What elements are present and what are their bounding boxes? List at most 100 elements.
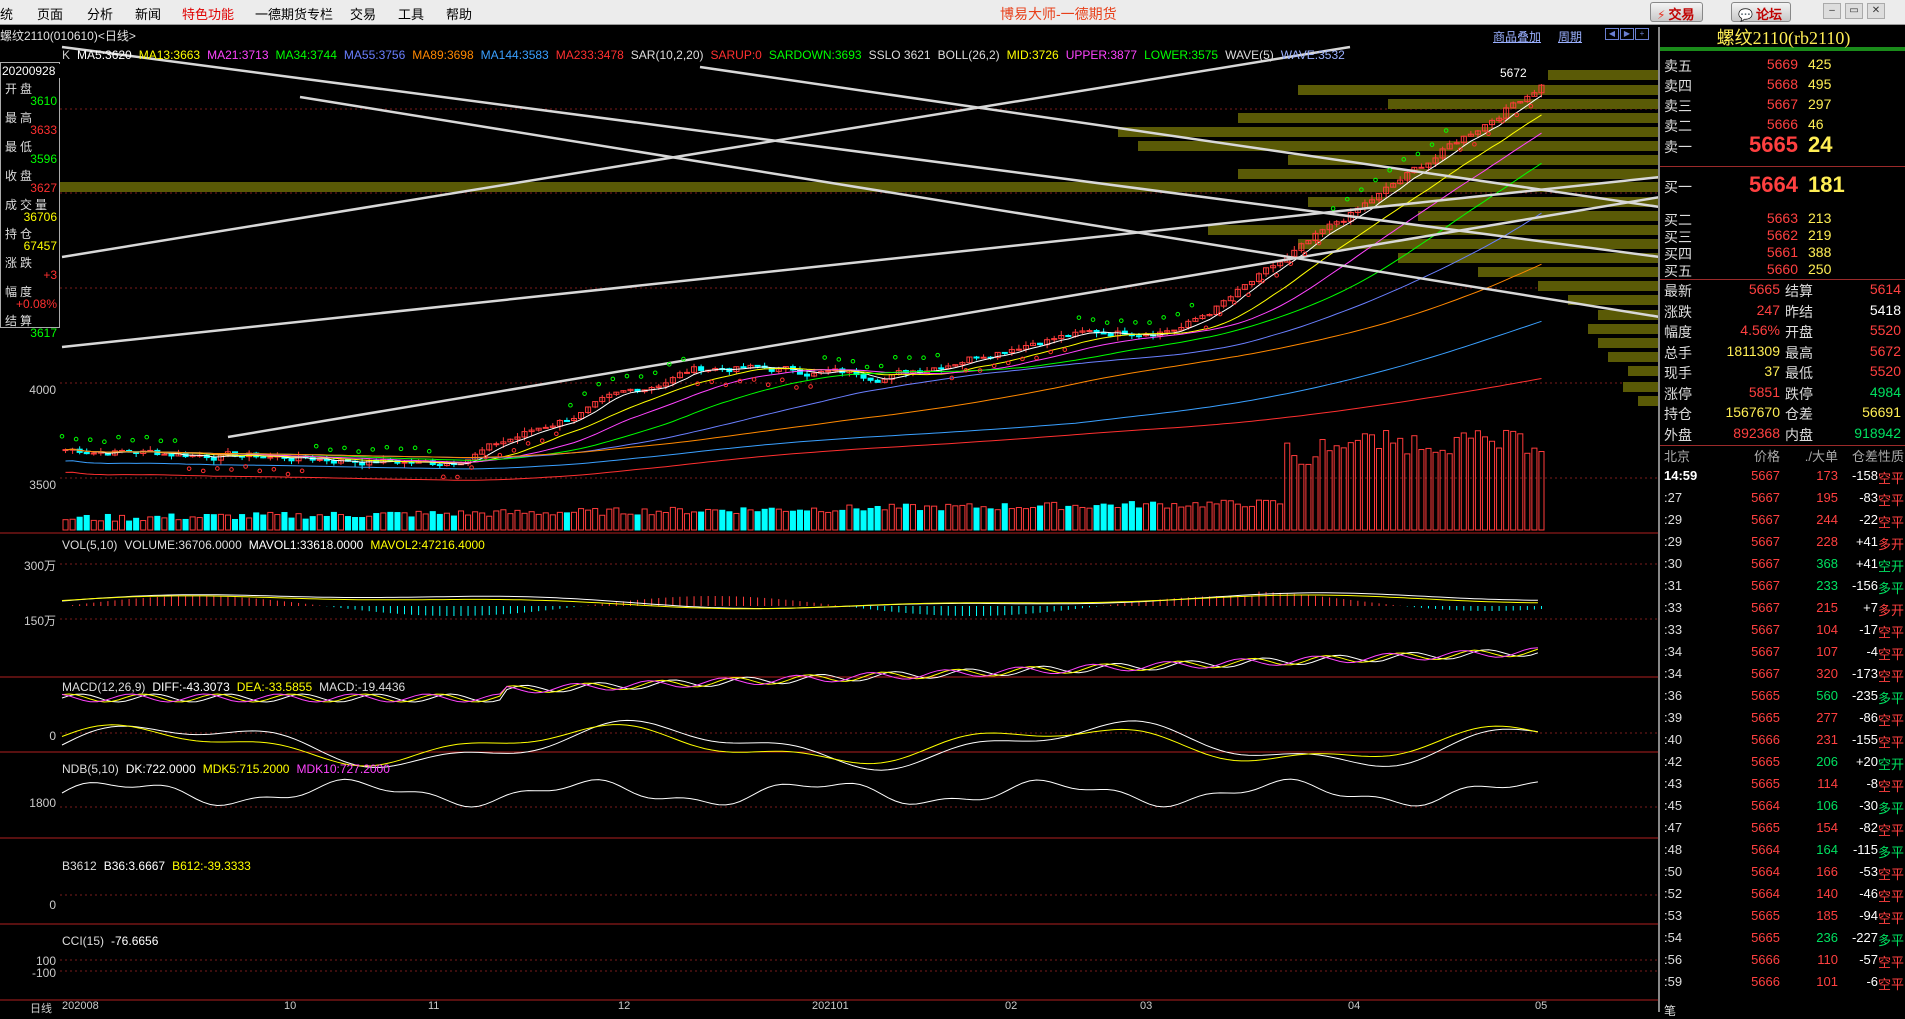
volume-bar [966,503,973,531]
quote-panel: 螺纹2110(rb2110) 卖五 5669 425 卖四 5668 495 卖三 5667 2… [1658,27,1905,1018]
ma-line [65,263,1542,458]
volume-profile-bar [1388,99,1658,109]
restore-icon[interactable]: ▭ [1845,3,1863,19]
tick-row-cell: 14:59 [1664,468,1698,483]
volume-bar [1340,447,1347,531]
volume-bar [1029,506,1037,531]
indicator-value: DEA:-33.5855 [236,680,313,694]
volume-bar [782,510,789,531]
tick-row-cell: :56 [1664,952,1683,967]
tick-row-cell: +7 [1863,600,1878,615]
menu-analysis[interactable]: 分析 [87,4,113,23]
scroll-right-icon[interactable]: ▶ [1620,28,1634,40]
stat-row-cell: 内盘 [1785,426,1813,443]
stat-row-cell: 5851 [1748,383,1780,400]
menu-trade[interactable]: 交易 [350,4,376,23]
indicator-value: K [62,48,71,62]
menu-tools[interactable]: 工具 [398,4,424,23]
volume-bar [1185,505,1192,531]
volume-bar [1150,501,1157,531]
tick-row-cell: 5667 [1751,556,1780,571]
stat-row-cell: 现手 [1664,365,1692,381]
ask-row-cell: 卖一 [1664,139,1692,155]
indicator-value: SAR(10,2,20) [630,48,704,62]
tick-row-cell: :34 [1664,644,1683,659]
tick-row-cell: :47 [1664,820,1683,835]
volume-bar [1128,501,1135,531]
ohlc-info-box: 20200928 开盘 3610 最高 3633 最低 3596 收盘 3627 成交量 3670… [0,62,60,340]
ohlc-label: 涨跌 [5,256,36,270]
volume-bar [1347,442,1354,531]
candle-body [980,356,987,359]
tick-row-cell: 空平 [1878,823,1905,838]
indicator-value: MAVOL2:47216.4000 [370,538,485,552]
close-icon[interactable]: ✕ [1867,3,1885,19]
tick-row: :34 5667 107 -4 空平 [1660,644,1905,666]
quote-title[interactable]: 螺纹2110(rb2110) [1660,27,1905,51]
candle-body [1086,330,1093,333]
volume-bar [691,511,698,531]
candle-body [860,374,867,379]
volume-bar [669,506,676,531]
zoom-in-icon[interactable]: + [1635,28,1649,40]
minimize-icon[interactable]: – [1823,3,1841,19]
sar-dot [921,355,926,360]
x-label-02: 02 [1005,1000,1018,1012]
tick-row-cell: 空平 [1878,493,1905,508]
scroll-left-icon[interactable]: ◀ [1605,28,1619,40]
overlay-commodity-button[interactable]: 商品叠加 [1493,28,1541,45]
bid-row-cell: 250 [1808,261,1832,277]
sar-dot [808,384,813,389]
trade-button[interactable]: ⚡ 交易 [1650,2,1704,22]
tick-row-cell: :33 [1664,622,1683,637]
candle-body [867,377,874,381]
volume-bar [210,514,217,531]
tick-row-cell: :27 [1664,490,1683,505]
stat-row: 外盘 892368 内盘 918942 [1660,425,1905,445]
tick-row-cell: -8 [1866,776,1878,791]
sar-dot [271,466,277,472]
candle-body [316,458,323,461]
tick-row-cell: 空平 [1878,955,1905,970]
sar-dot [73,436,79,442]
menu-page[interactable]: 页面 [37,4,63,23]
menu-system[interactable]: 统 [0,4,13,23]
tick-row-cell: 5664 [1751,842,1780,857]
sar-dot [1189,302,1195,308]
candle-body [260,456,267,459]
menu-special[interactable]: 特色功能 [182,4,234,23]
volume-bar [1086,507,1093,531]
tick-row-cell: 368 [1816,556,1838,571]
period-button[interactable]: 周期 [1558,28,1582,45]
tick-row: 14:59 5667 173 -158 空平 [1660,468,1905,490]
candle-body [825,370,832,373]
volume-bar [1305,463,1312,531]
tick-row-cell: 5667 [1751,622,1780,637]
volume-bar [747,509,754,531]
menu-yide-column[interactable]: 一德期货专栏 [255,4,333,23]
ohlc-value: 67457 [23,239,57,253]
volume-bar [839,509,846,531]
sar-dot [850,358,856,364]
tick-row-cell: :45 [1664,798,1683,813]
stat-row-cell: 昨结 [1785,303,1813,320]
volume-profile-bar [1118,127,1658,137]
tick-row: :47 5665 154 -82 空平 [1660,820,1905,842]
volume-bar [1425,447,1432,531]
candle-body [804,373,811,377]
indicator-value: VOLUME:36706.0000 [124,538,242,552]
stat-row-cell: 5520 [1869,322,1901,338]
menu-help[interactable]: 帮助 [446,4,472,23]
tick-row: :45 5664 106 -30 多平 [1660,798,1905,820]
volume-bar [359,517,366,531]
menu-news[interactable]: 新闻 [135,4,161,23]
volume-bar [853,508,860,531]
tick-row-cell: :54 [1664,930,1683,945]
volume-bar [521,512,528,531]
forum-button[interactable]: 💬 论坛 [1731,2,1791,22]
sar-dot [836,357,842,362]
indicator-value: MA55:3756 [343,48,406,62]
tick-row: :34 5667 320 -173 空平 [1660,666,1905,688]
tick-row-cell: 173 [1816,468,1838,483]
tick-row-cell: 164 [1816,842,1838,857]
